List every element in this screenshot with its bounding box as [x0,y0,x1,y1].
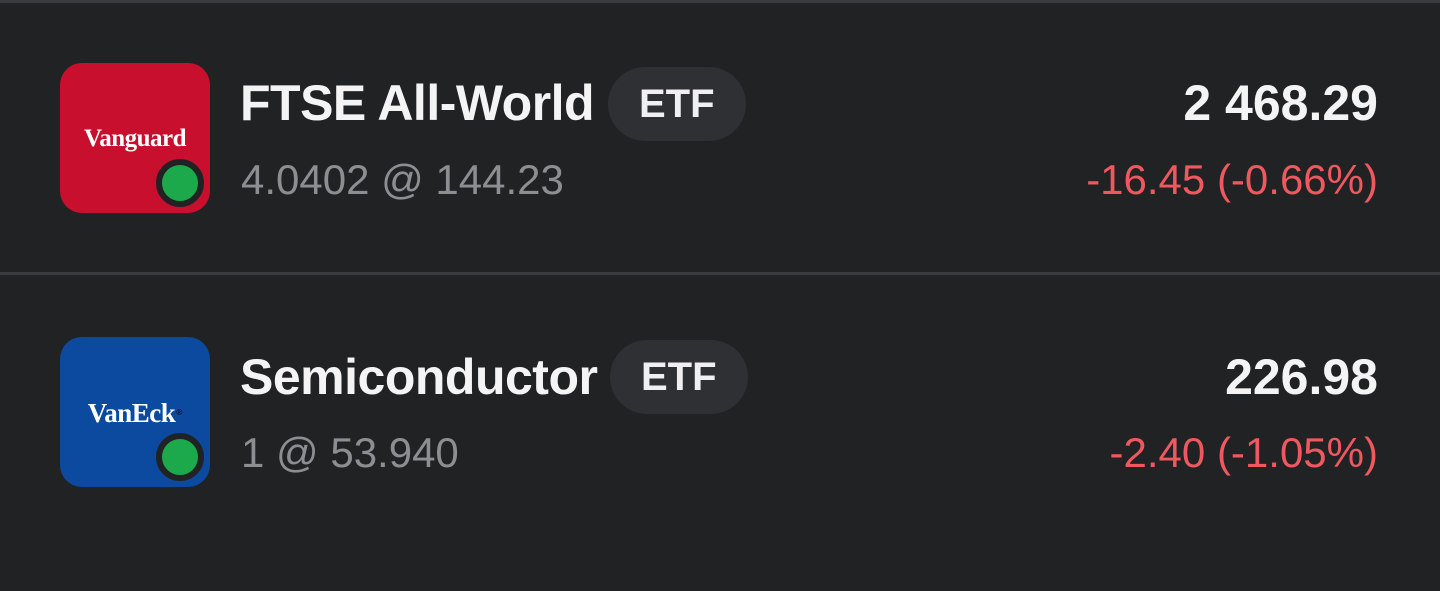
quantity-price: 4.0402 @ 144.23 [241,156,564,203]
registered-mark-icon: ® [176,407,183,417]
holding-name: FTSE All-World [240,75,595,131]
holding-name: Semiconductor [240,349,598,405]
type-badge: ETF [608,67,746,141]
holding-change: -16.45 (-0.66%) [1086,156,1378,203]
logo-text: Vanguard [83,125,187,152]
quantity-price: 1 @ 53.940 [241,429,459,476]
status-indicator-icon [156,159,204,207]
vanguard-logo: Vanguard [60,63,210,213]
type-badge: ETF [610,340,748,414]
holding-row[interactable]: VanEck ® Semiconductor ETF 1 @ 53.940 226… [0,275,1440,545]
logo-text: VanEck [87,397,176,428]
holding-change: -2.40 (-1.05%) [1109,429,1378,476]
vaneck-logo: VanEck ® [60,337,210,487]
holding-row[interactable]: Vanguard FTSE All-World ETF 4.0402 @ 144… [0,3,1440,273]
status-indicator-icon [156,433,204,481]
holding-value: 2 468.29 [1183,75,1378,131]
holding-value: 226.98 [1225,349,1378,405]
